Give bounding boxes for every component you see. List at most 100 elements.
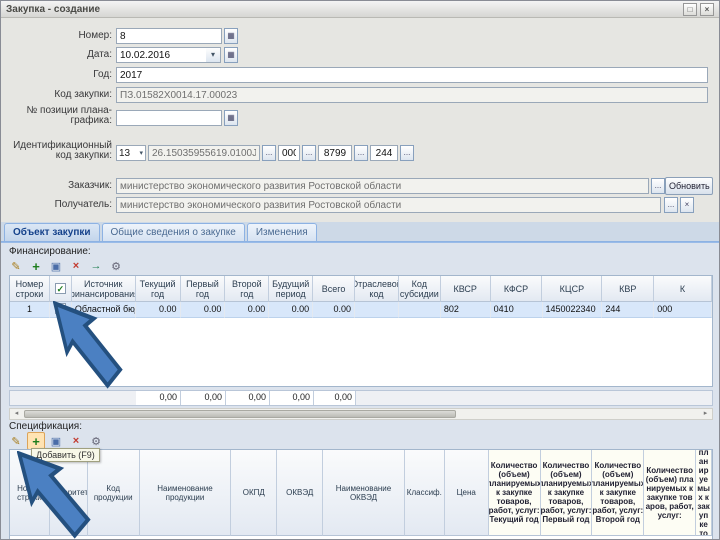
column-header[interactable]: Источник финансирования [71, 276, 136, 302]
column-header[interactable]: Текущий год [135, 276, 181, 302]
scroll-right-icon[interactable]: ▸ [699, 409, 712, 419]
customer-browse-button[interactable]: ... [651, 178, 665, 194]
column-header[interactable]: Первый год [180, 276, 226, 302]
ikz-browse-button-4[interactable]: ... [400, 145, 414, 161]
cell-second-year: 0.00 [225, 302, 270, 318]
column-header[interactable]: ОКВЭД [277, 450, 324, 536]
number-label: Номер: [78, 30, 112, 41]
edit-button[interactable]: ✎ [7, 432, 25, 450]
tab-purchase-object[interactable]: Объект закупки [4, 223, 100, 241]
ikz-type-select[interactable]: 13 ▾ [116, 145, 146, 161]
customer-label: Заказчик: [68, 180, 112, 191]
calendar-trigger-button[interactable]: ▾ [206, 47, 221, 63]
tab-general-info[interactable]: Общие сведения о закупке [101, 223, 245, 241]
column-label: КВР [619, 283, 637, 294]
ikz-browse-button-3[interactable]: ... [354, 145, 368, 161]
date-input[interactable] [116, 47, 207, 63]
column-header[interactable]: Количество (объем) планируемых к закупке… [696, 450, 713, 536]
cell-current-year: 0.00 [135, 302, 181, 318]
select-all-checkbox[interactable]: ✓ [54, 283, 66, 294]
scrollbar-thumb[interactable] [24, 410, 456, 418]
column-header[interactable]: Второй год [225, 276, 270, 302]
ikz-browse-button-1[interactable]: ... [262, 145, 276, 161]
column-header[interactable]: КВР [602, 276, 655, 302]
edit-button[interactable]: ✎ [7, 257, 25, 275]
grid-icon: ▦ [227, 50, 235, 59]
financing-toolbar: ✎ + ▣ × → ⚙ [7, 257, 125, 275]
column-header[interactable]: Количество (объем) планируемых к закупке… [488, 450, 541, 536]
recipient-label: Получатель: [54, 199, 112, 210]
column-label: КФСР [503, 283, 529, 294]
column-header[interactable]: ✓ [49, 276, 72, 302]
column-header[interactable]: Наименование ОКВЭД [323, 450, 405, 536]
financing-grid-header: Номер строки ✓ Источник финансирования Т… [10, 276, 712, 302]
column-header[interactable]: Классиф. [404, 450, 445, 536]
plan-position-browse-button[interactable]: ▦ [224, 110, 238, 126]
column-header[interactable]: Количество (объем) планируемых к закупке… [540, 450, 593, 536]
number-input[interactable] [116, 28, 222, 44]
ikz-segment-1-input[interactable] [278, 145, 300, 161]
column-label: Отраслевой код [355, 278, 398, 299]
customer-input[interactable] [116, 178, 649, 194]
settings-button[interactable]: ⚙ [107, 257, 125, 275]
column-header[interactable]: КФСР [490, 276, 543, 302]
edit-icon: ✎ [11, 260, 21, 273]
close-icon: × [704, 4, 710, 14]
column-header[interactable]: Наименование продукции [139, 450, 232, 536]
edit-icon: ✎ [11, 435, 21, 448]
column-header[interactable]: КВСР [440, 276, 491, 302]
totals-current-year: 0,00 [136, 391, 181, 405]
column-label: Наименование ОКВЭД [335, 483, 392, 502]
ikz-segment-3-input[interactable] [370, 145, 398, 161]
column-label: Количество (объем) планируемых к закупке… [645, 465, 694, 520]
specification-grid: Номер строки Приоритет Код продукции Наи… [9, 449, 713, 539]
column-header[interactable]: КЦСР [542, 276, 603, 302]
ikz-segment-2-input[interactable] [318, 145, 352, 161]
ellipsis-icon: ... [654, 181, 662, 190]
restore-button[interactable]: □ [683, 2, 697, 16]
column-header[interactable]: Отраслевой код [355, 276, 399, 302]
calendar-icon: ▾ [210, 50, 215, 59]
column-header[interactable]: Код субсидии [398, 276, 441, 302]
delete-button[interactable]: × [67, 257, 85, 275]
date-label: Дата: [87, 49, 112, 60]
tab-changes[interactable]: Изменения [246, 223, 317, 241]
restore-icon: □ [687, 4, 693, 14]
purchase-code-input[interactable] [116, 87, 708, 103]
cell-future-period: 0.00 [269, 302, 314, 318]
column-header[interactable]: Количество (объем) планируемых к закупке… [644, 450, 697, 536]
plan-position-input[interactable] [116, 110, 222, 126]
column-label: Количество (объем) планируемых к закупке… [697, 450, 710, 536]
column-header[interactable]: К [654, 276, 712, 302]
delete-icon: × [72, 260, 80, 272]
column-header[interactable]: Всего [313, 276, 356, 302]
number-generate-button[interactable]: ▦ [224, 28, 238, 44]
refresh-button[interactable]: Обновить [665, 177, 713, 195]
ikz-code-input[interactable] [148, 145, 260, 161]
date-extra-button[interactable]: ▦ [224, 47, 238, 63]
column-header[interactable]: ОКПД [231, 450, 278, 536]
column-label: Второй год [231, 278, 262, 299]
column-header[interactable]: Цена [444, 450, 489, 536]
annotation-arrow-add-button [17, 451, 91, 539]
tab-label: Объект закупки [13, 227, 91, 238]
recipient-browse-button[interactable]: ... [664, 197, 678, 213]
cell-kvr: 244 [602, 302, 655, 318]
add-button[interactable]: + [27, 257, 45, 275]
ikz-browse-button-2[interactable]: ... [302, 145, 316, 161]
cell-total: 0.00 [313, 302, 356, 318]
column-header[interactable]: Код продукции [87, 450, 140, 536]
copy-icon: ▣ [50, 435, 62, 448]
scroll-left-icon[interactable]: ◂ [10, 409, 23, 419]
year-input[interactable] [116, 67, 708, 83]
close-button[interactable]: × [700, 2, 714, 16]
column-header[interactable]: Номер строки [10, 276, 50, 302]
column-header[interactable]: Будущий период [269, 276, 314, 302]
tab-bar: Объект закупки Общие сведения о закупке … [1, 222, 719, 242]
recipient-clear-button[interactable]: × [680, 197, 694, 213]
export-button[interactable]: → [87, 257, 105, 275]
horizontal-scrollbar[interactable]: ◂ ▸ [9, 408, 713, 420]
copy-button[interactable]: ▣ [47, 257, 65, 275]
column-header[interactable]: Количество (объем) планируемых к закупке… [592, 450, 645, 536]
recipient-input[interactable] [116, 197, 661, 213]
